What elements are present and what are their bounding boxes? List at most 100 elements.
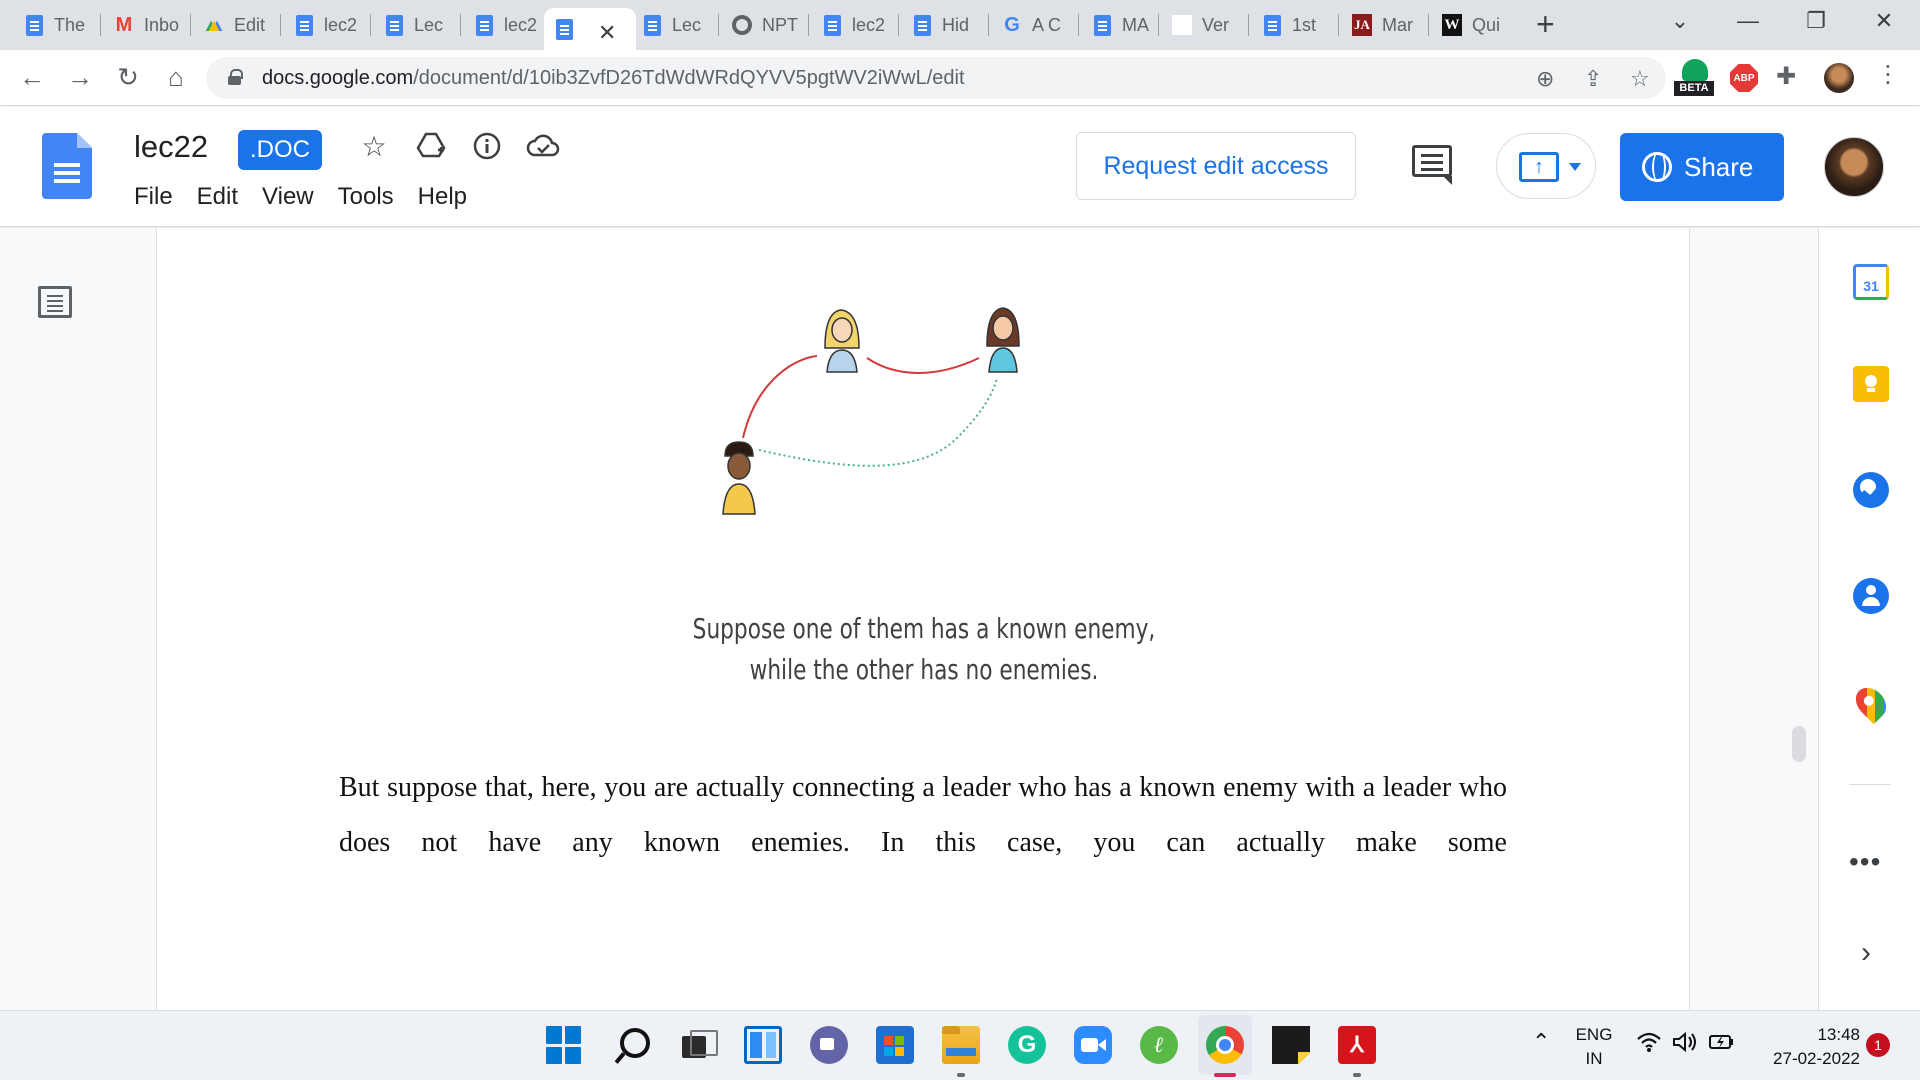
close-tab-icon[interactable]: ✕	[598, 20, 616, 46]
comment-history-icon[interactable]	[1412, 145, 1452, 185]
menu-view[interactable]: View	[262, 183, 314, 211]
browser-tab[interactable]: MA	[1082, 8, 1170, 42]
star-icon[interactable]: ☆	[357, 129, 391, 163]
browser-tab[interactable]: lec2	[284, 8, 372, 42]
adblock-plus-icon[interactable]: ABP	[1730, 64, 1758, 92]
tab-label: Edit	[234, 14, 266, 35]
move-to-drive-icon[interactable]	[414, 129, 448, 163]
grammarly-icon[interactable]: G	[1008, 1026, 1046, 1064]
tab-search-chevron-icon[interactable]: ⌄	[1660, 8, 1700, 34]
teams-chat-icon[interactable]	[810, 1026, 848, 1064]
extensions-puzzle-icon[interactable]: ✚	[1776, 62, 1796, 91]
maps-icon[interactable]	[1849, 681, 1893, 725]
beta-label: BETA	[1674, 81, 1714, 96]
tab-label: Ver	[1202, 14, 1230, 35]
zoom-app-icon[interactable]	[1074, 1026, 1112, 1064]
calendar-icon[interactable]: 31	[1853, 264, 1889, 300]
present-dropdown-icon[interactable]	[1569, 163, 1581, 171]
browser-tab[interactable]: Ver	[1162, 8, 1250, 42]
new-tab-button[interactable]: +	[1536, 6, 1555, 43]
acrobat-reader-icon[interactable]: ⅄	[1338, 1026, 1376, 1064]
browser-tab[interactable]: W Qui	[1432, 8, 1520, 42]
forward-button[interactable]: →	[62, 62, 98, 93]
present-button[interactable]: ↑	[1496, 133, 1596, 199]
browser-tab[interactable]: NPT	[722, 8, 810, 42]
keep-icon[interactable]	[1853, 366, 1889, 402]
share-button[interactable]: Share	[1620, 133, 1784, 201]
tab-separator	[1078, 14, 1079, 36]
browser-tab[interactable]: 1st	[1252, 8, 1340, 42]
document-info-icon[interactable]	[470, 129, 504, 163]
menu-edit[interactable]: Edit	[197, 183, 238, 211]
show-hidden-icons-chevron-icon[interactable]: ⌃	[1532, 1029, 1550, 1055]
windows-start-icon[interactable]	[546, 1026, 584, 1064]
browser-tab[interactable]: M Inbo	[104, 8, 192, 42]
zoom-icon[interactable]: ⊕	[1536, 66, 1554, 92]
battery-glyph	[1709, 1035, 1733, 1049]
browser-tab[interactable]: Lec	[374, 8, 462, 42]
browser-tab[interactable]: lec2	[812, 8, 900, 42]
address-bar[interactable]: docs.google.com/document/d/10ib3ZvfD26Td…	[206, 57, 1666, 99]
url-path: /document/d/10ib3ZvfD26TdWdWRdQYVV5pgtWV…	[413, 67, 965, 89]
bookmark-star-icon[interactable]: ☆	[1630, 66, 1650, 92]
restore-button[interactable]: ❐	[1796, 8, 1836, 34]
document-outline-icon[interactable]	[38, 286, 72, 318]
menu-file[interactable]: File	[134, 183, 173, 211]
browser-tab[interactable]: GA C	[992, 8, 1080, 42]
battery-icon[interactable]	[1708, 1031, 1736, 1059]
home-button[interactable]: ⌂	[158, 62, 194, 93]
contacts-icon[interactable]	[1853, 578, 1889, 614]
file-explorer-icon[interactable]	[942, 1026, 980, 1064]
browser-menu-icon[interactable]: ⋮	[1876, 60, 1900, 89]
browser-tab[interactable]: lec2	[464, 8, 552, 42]
browser-tab[interactable]: Lec	[632, 8, 720, 42]
account-avatar[interactable]	[1824, 137, 1884, 197]
share-page-icon[interactable]: ⇪	[1584, 66, 1602, 92]
volume-icon[interactable]	[1672, 1031, 1698, 1059]
docs-header: lec22 .DOC ☆ File Edit View Tools Help R…	[0, 107, 1920, 227]
document-scrollbar[interactable]	[1792, 726, 1806, 762]
reload-button[interactable]: ↻	[110, 62, 146, 93]
figure-caption: Suppose one of them has a known enemy, w…	[264, 608, 1583, 690]
document-title[interactable]: lec22	[134, 129, 208, 165]
system-clock[interactable]: 13:48 27-02-2022	[1750, 1023, 1860, 1071]
chrome-icon[interactable]	[1206, 1026, 1244, 1064]
browser-tab[interactable]: Hid	[902, 8, 990, 42]
tasks-icon[interactable]	[1853, 472, 1889, 508]
close-window-button[interactable]: ✕	[1864, 8, 1904, 34]
browser-tab[interactable]: ▲ Edit	[194, 8, 282, 42]
docs-icon	[294, 14, 314, 36]
request-edit-access-button[interactable]: Request edit access	[1076, 132, 1356, 200]
lock-icon[interactable]	[228, 69, 243, 85]
google-docs-logo-icon[interactable]	[42, 133, 92, 199]
document-page[interactable]: Suppose one of them has a known enemy, w…	[156, 228, 1690, 1010]
expand-panel-chevron-icon[interactable]: ›	[1861, 936, 1871, 970]
tab-label: Inbo	[144, 14, 180, 35]
body-paragraph[interactable]: But suppose that, here, you are actually…	[339, 760, 1507, 870]
back-button[interactable]: ←	[14, 62, 50, 93]
wifi-icon[interactable]	[1636, 1031, 1662, 1059]
sticky-notes-icon[interactable]	[1272, 1026, 1310, 1064]
evernote-icon[interactable]: ℓ	[1140, 1026, 1178, 1064]
browser-tab[interactable]: JA Mar	[1342, 8, 1430, 42]
browser-tab[interactable]: The	[14, 8, 102, 42]
beta-extension-icon[interactable]: BETA	[1674, 59, 1714, 97]
menu-help[interactable]: Help	[418, 183, 467, 211]
docs-favicon	[1263, 14, 1281, 36]
more-addons-icon[interactable]: •••	[1849, 846, 1881, 878]
menu-tools[interactable]: Tools	[338, 183, 394, 211]
notification-badge[interactable]: 1	[1866, 1033, 1890, 1057]
microsoft-store-icon[interactable]	[876, 1026, 914, 1064]
browser-tab-strip: The M Inbo ▲ Edit lec2 Lec lec2 ✕ Lec NPT lec2 Hid G A…	[0, 0, 1920, 50]
docs-favicon	[25, 14, 43, 36]
widgets-icon[interactable]	[744, 1026, 782, 1064]
task-view-icon[interactable]	[678, 1026, 718, 1064]
taskbar-search-icon[interactable]	[612, 1026, 650, 1064]
cloud-saved-icon[interactable]	[526, 129, 560, 163]
ja-favicon: JA	[1352, 14, 1372, 36]
browser-tab[interactable]: ✕	[544, 8, 636, 50]
url-text[interactable]: docs.google.com/document/d/10ib3ZvfD26Td…	[262, 67, 965, 90]
input-language-indicator[interactable]: ENG IN	[1574, 1023, 1614, 1071]
browser-profile-avatar[interactable]	[1824, 63, 1854, 93]
minimize-button[interactable]: —	[1728, 8, 1768, 34]
